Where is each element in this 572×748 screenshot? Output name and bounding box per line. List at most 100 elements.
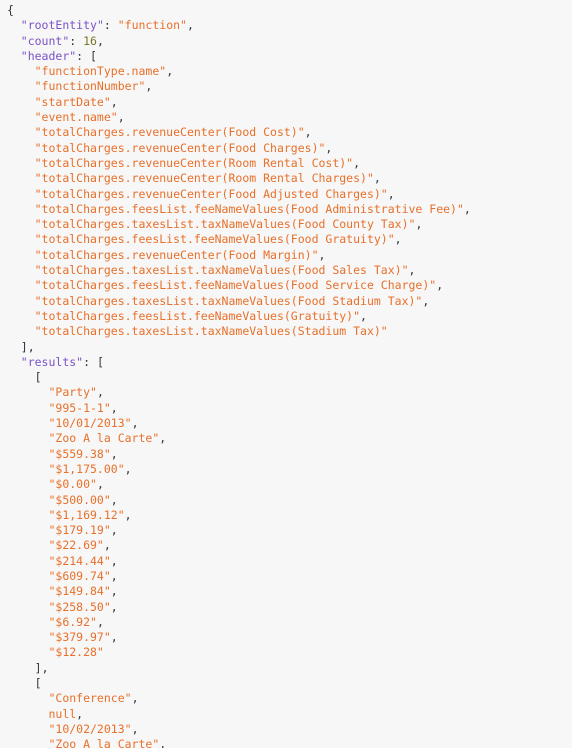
- json-token-comma: ,: [96, 385, 104, 400]
- json-token-comma: ,: [96, 477, 104, 492]
- json-token-comma: ,: [325, 140, 333, 155]
- json-token-comma: ,: [131, 691, 139, 706]
- json-token-string: "totalCharges.feesList.feeNameValues(Gra…: [34, 308, 361, 323]
- json-line: "header": [: [0, 49, 572, 64]
- json-token-string: "10/01/2013": [48, 416, 132, 431]
- json-token-key: "rootEntity": [20, 18, 104, 33]
- json-token-comma: ,: [318, 247, 326, 262]
- json-token-string: "totalCharges.feesList.feeNameValues(Foo…: [34, 278, 437, 293]
- json-token-comma: ,: [96, 614, 104, 629]
- json-token-comma: ,: [131, 416, 139, 431]
- json-token-string: "totalCharges.taxesList.taxNameValues(St…: [34, 324, 388, 339]
- json-token-punct: [: [34, 676, 42, 691]
- json-line: "totalCharges.revenueCenter(Room Rental …: [0, 156, 572, 171]
- json-token-string: "$1,169.12": [48, 507, 125, 522]
- json-token-colon: :: [69, 33, 84, 48]
- json-line: "$258.50",: [0, 600, 572, 615]
- json-line: "$500.00",: [0, 493, 572, 508]
- json-token-comma: ,: [96, 33, 104, 48]
- json-token-comma: ,: [103, 538, 111, 553]
- json-token-comma: ,: [159, 431, 167, 446]
- json-line: "$12.28": [0, 645, 572, 660]
- json-line: "$1,169.12",: [0, 508, 572, 523]
- json-token-comma: ,: [145, 79, 153, 94]
- json-line: null,: [0, 707, 572, 722]
- json-token-string: "10/02/2013": [48, 721, 132, 736]
- json-response-viewer[interactable]: { "rootEntity": "function", "count": 16,…: [0, 0, 572, 748]
- json-token-comma: ,: [360, 308, 367, 323]
- json-token-string: "event.name": [34, 110, 118, 125]
- json-token-string: "Zoo A la Carte": [48, 737, 160, 748]
- json-line: "Party",: [0, 385, 572, 400]
- json-line: "totalCharges.feesList.feeNameValues(Foo…: [0, 202, 572, 217]
- json-token-string: "totalCharges.revenueCenter(Food Adjuste…: [34, 186, 388, 201]
- json-token-string: "$500.00": [48, 492, 111, 507]
- json-token-key: "count": [20, 33, 70, 48]
- json-token-string: "$179.19": [48, 523, 111, 538]
- json-token-punct: ]: [20, 339, 28, 354]
- json-line: "totalCharges.taxesList.taxNameValues(St…: [0, 324, 572, 339]
- json-token-string: "totalCharges.feesList.feeNameValues(Foo…: [34, 201, 464, 216]
- json-line: "totalCharges.feesList.feeNameValues(Gra…: [0, 309, 572, 324]
- json-token-comma: ,: [186, 18, 194, 33]
- json-token-comma: ,: [110, 523, 118, 538]
- json-token-string: "$6.92": [48, 614, 97, 629]
- json-token-null: null: [48, 706, 77, 721]
- json-line: "$179.19",: [0, 523, 572, 538]
- json-line: "$6.92",: [0, 615, 572, 630]
- json-line: "totalCharges.taxesList.taxNameValues(Fo…: [0, 294, 572, 309]
- json-token-string: "$1,175.00": [48, 461, 125, 476]
- json-token-string: "Conference": [48, 691, 132, 706]
- json-token-comma: ,: [117, 110, 125, 125]
- json-token-comma: ,: [110, 446, 118, 461]
- json-line: "totalCharges.revenueCenter(Room Rental …: [0, 171, 572, 186]
- json-line: "$22.69",: [0, 538, 572, 553]
- json-line: [: [0, 370, 572, 385]
- json-token-string: "totalCharges.feesList.feeNameValues(Foo…: [34, 232, 395, 247]
- json-line: "Conference",: [0, 691, 572, 706]
- json-line: "totalCharges.taxesList.taxNameValues(Fo…: [0, 263, 572, 278]
- json-line: "995-1-1",: [0, 401, 572, 416]
- json-token-punct: {: [6, 3, 14, 17]
- json-line: "totalCharges.revenueCenter(Food Margin)…: [0, 248, 572, 263]
- json-token-string: "totalCharges.revenueCenter(Food Margin)…: [34, 247, 319, 262]
- json-token-comma: ,: [124, 507, 132, 522]
- json-code-block: { "rootEntity": "function", "count": 16,…: [0, 3, 572, 748]
- json-line: "totalCharges.revenueCenter(Food Adjuste…: [0, 187, 572, 202]
- json-line: "Zoo A la Carte",: [0, 431, 572, 446]
- json-token-comma: ,: [394, 232, 402, 247]
- json-token-colon: :: [76, 48, 91, 63]
- json-line: "totalCharges.feesList.feeNameValues(Foo…: [0, 278, 572, 293]
- json-token-string: "totalCharges.revenueCenter(Food Cost)": [34, 125, 305, 140]
- json-line: "totalCharges.taxesList.taxNameValues(Fo…: [0, 217, 572, 232]
- json-token-comma: ,: [463, 201, 471, 216]
- json-token-comma: ,: [436, 278, 444, 293]
- json-token-string: "$559.38": [48, 446, 111, 461]
- json-line: "$0.00",: [0, 477, 572, 492]
- json-line: [: [0, 676, 572, 691]
- json-token-punct: ]: [34, 660, 42, 675]
- json-line: "functionNumber",: [0, 79, 572, 94]
